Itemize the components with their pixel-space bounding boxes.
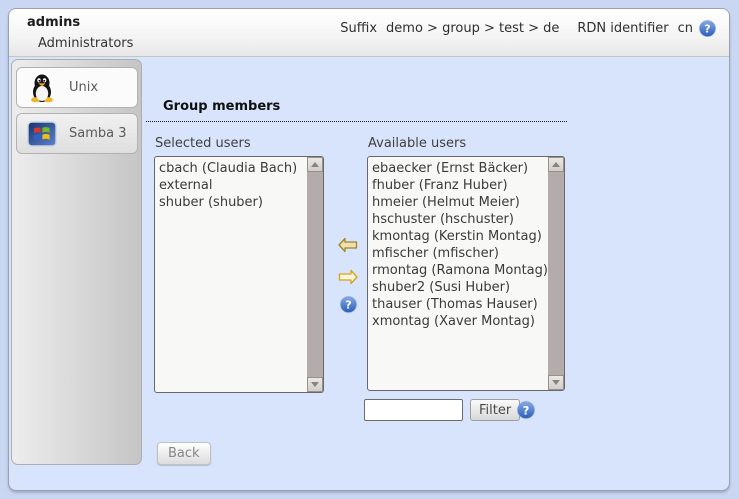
list-item[interactable]: mfischer (mfischer): [372, 245, 548, 262]
list-item[interactable]: ebaecker (Ernst Bäcker): [372, 160, 548, 177]
header: admins Administrators Suffix demo > grou…: [9, 9, 729, 57]
list-item[interactable]: shuber2 (Susi Huber): [372, 279, 548, 296]
svg-text:?: ?: [345, 299, 351, 312]
triangle-down-icon: [552, 380, 560, 385]
tab-unix-label: Unix: [69, 80, 98, 95]
list-item[interactable]: external: [159, 177, 307, 194]
tux-icon: [27, 73, 57, 103]
section-title: Group members: [163, 99, 280, 114]
filter-button[interactable]: Filter: [470, 399, 520, 421]
scrollbar-thumb[interactable]: [307, 172, 323, 377]
list-item[interactable]: shuber (shuber): [159, 194, 307, 211]
page-subtitle: Administrators: [38, 36, 133, 51]
rdn-help-icon[interactable]: ?: [699, 20, 716, 37]
list-item[interactable]: fhuber (Franz Huber): [372, 177, 548, 194]
sidebar: Unix Samba 3: [11, 59, 142, 465]
list-item[interactable]: xmontag (Xaver Montag): [372, 313, 548, 330]
triangle-down-icon: [311, 382, 319, 387]
filter-input[interactable]: [364, 399, 463, 421]
suffix-breadcrumb: demo > group > test > de: [386, 21, 559, 36]
list-item[interactable]: thauser (Thomas Hauser): [372, 296, 548, 313]
arrow-left-icon: [338, 241, 358, 256]
available-users-list: ebaecker (Ernst Bäcker)fhuber (Franz Hub…: [368, 157, 548, 390]
available-scrollbar[interactable]: [548, 157, 564, 390]
selected-scrollbar[interactable]: [307, 157, 323, 392]
list-item[interactable]: cbach (Claudia Bach): [159, 160, 307, 177]
scroll-down-button[interactable]: [307, 377, 323, 392]
tab-samba3-label: Samba 3: [69, 126, 127, 141]
move-right-button[interactable]: [338, 269, 358, 285]
suffix-label: Suffix: [340, 21, 377, 36]
list-item[interactable]: hschuster (hschuster): [372, 211, 548, 228]
main-window: admins Administrators Suffix demo > grou…: [8, 8, 730, 491]
triangle-up-icon: [552, 162, 560, 167]
svg-text:?: ?: [523, 403, 530, 417]
move-left-button[interactable]: [338, 237, 358, 253]
selected-users-listbox[interactable]: cbach (Claudia Bach)externalshuber (shub…: [154, 156, 324, 393]
selected-users-label: Selected users: [155, 136, 251, 151]
header-breadcrumb-area: Suffix demo > group > test > de RDN iden…: [340, 20, 716, 37]
list-item[interactable]: hmeier (Helmut Meier): [372, 194, 548, 211]
tab-samba3[interactable]: Samba 3: [16, 113, 138, 154]
scroll-up-button[interactable]: [307, 157, 323, 172]
page-title: admins: [27, 15, 80, 30]
section-heading: Group members: [146, 99, 567, 122]
scroll-up-button[interactable]: [548, 157, 564, 172]
back-button[interactable]: Back: [157, 442, 211, 465]
members-help-icon[interactable]: ?: [340, 296, 357, 313]
list-item[interactable]: kmontag (Kerstin Montag): [372, 228, 548, 245]
scroll-down-button[interactable]: [548, 375, 564, 390]
svg-text:?: ?: [704, 23, 710, 36]
page: { "header": { "title": "admins", "subtit…: [0, 0, 739, 499]
scrollbar-thumb[interactable]: [548, 172, 564, 375]
available-users-label: Available users: [368, 136, 466, 151]
filter-help-icon[interactable]: ?: [517, 401, 534, 418]
triangle-up-icon: [311, 162, 319, 167]
tab-unix[interactable]: Unix: [16, 67, 138, 108]
arrow-right-icon: [338, 273, 358, 288]
rdn-identifier-label: RDN identifier: [577, 21, 668, 36]
list-item[interactable]: rmontag (Ramona Montag): [372, 262, 548, 279]
available-users-listbox[interactable]: ebaecker (Ernst Bäcker)fhuber (Franz Hub…: [367, 156, 565, 391]
rdn-identifier-value: cn: [678, 21, 693, 36]
selected-users-list: cbach (Claudia Bach)externalshuber (shub…: [155, 157, 307, 392]
windows-icon: [27, 119, 57, 149]
